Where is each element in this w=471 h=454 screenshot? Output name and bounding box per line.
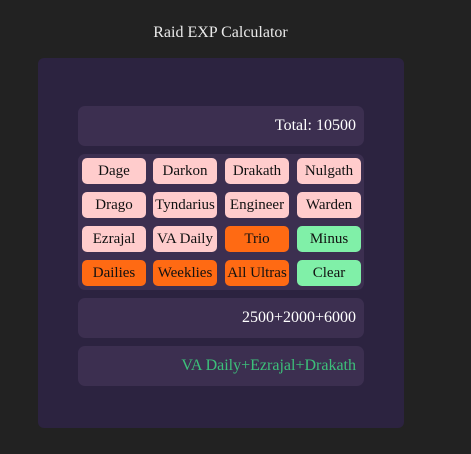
drago-button[interactable]: Drago [82, 192, 146, 218]
clear-button[interactable]: Clear [297, 260, 361, 286]
va-daily-button[interactable]: VA Daily [153, 226, 217, 252]
tyndarius-button[interactable]: Tyndarius [153, 192, 217, 218]
ezrajal-button[interactable]: Ezrajal [82, 226, 146, 252]
trio-button[interactable]: Trio [225, 226, 289, 252]
dailies-button[interactable]: Dailies [82, 260, 146, 286]
all-ultras-button[interactable]: All Ultras [225, 260, 289, 286]
drakath-button[interactable]: Drakath [225, 158, 289, 184]
app-title: Raid EXP Calculator [153, 24, 288, 41]
weeklies-button[interactable]: Weeklies [153, 260, 217, 286]
dage-button[interactable]: Dage [82, 158, 146, 184]
engineer-button[interactable]: Engineer [225, 192, 289, 218]
keypad: Dage Darkon Drakath Nulgath Drago Tyndar… [78, 154, 364, 290]
total-display: Total: 10500 [78, 106, 364, 146]
warden-button[interactable]: Warden [297, 192, 361, 218]
minus-button[interactable]: Minus [297, 226, 361, 252]
values-display: 2500+2000+6000 [78, 298, 364, 338]
darkon-button[interactable]: Darkon [153, 158, 217, 184]
names-display: VA Daily+Ezrajal+Drakath [78, 346, 364, 386]
calculator-panel: Total: 10500 Dage Darkon Drakath Nulgath… [38, 58, 404, 428]
nulgath-button[interactable]: Nulgath [297, 158, 361, 184]
